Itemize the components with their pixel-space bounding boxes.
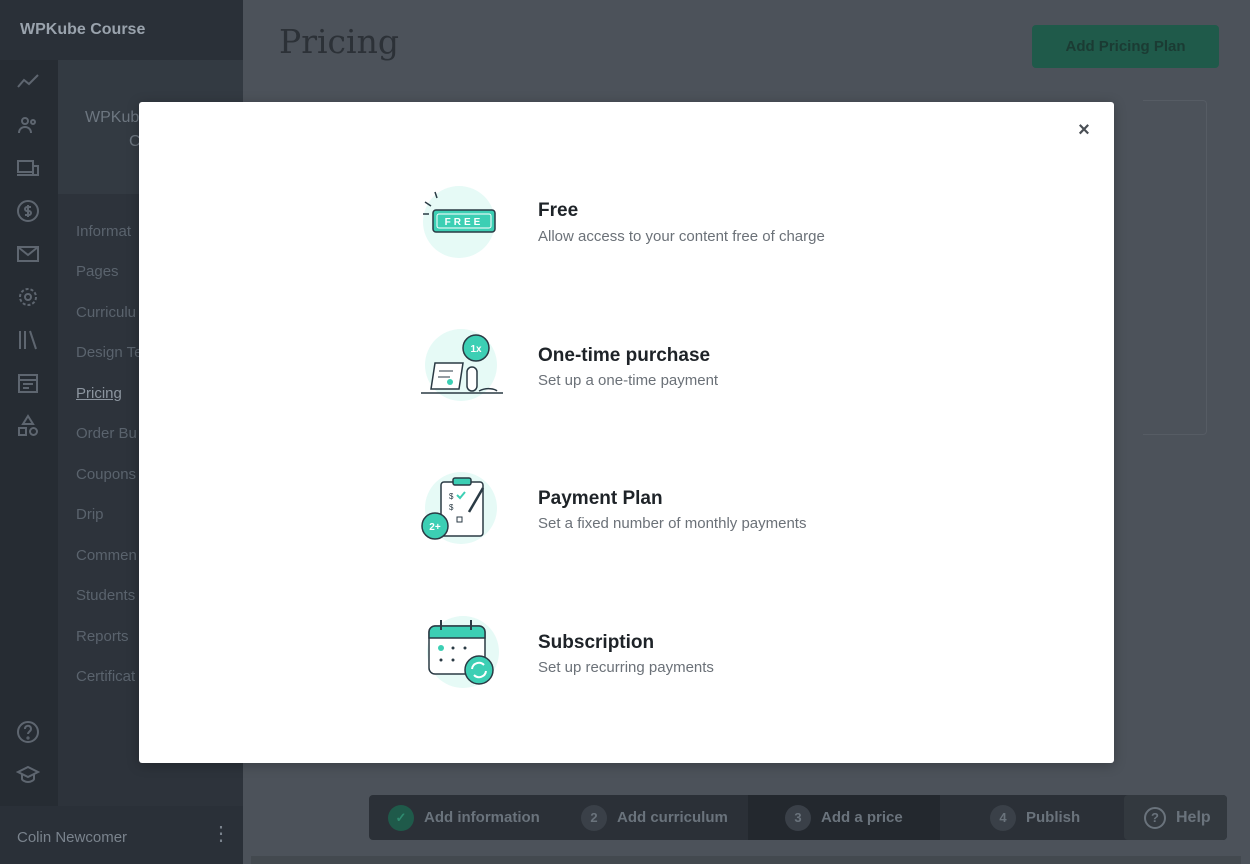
option-desc: Set a fixed number of monthly payments: [538, 515, 807, 532]
step-publish[interactable]: 4 Publish: [990, 795, 1080, 840]
step-label: Add information: [424, 809, 540, 826]
user-bar[interactable]: Colin Newcomer ⋮: [0, 806, 243, 864]
option-one-time-purchase[interactable]: 1x One-time purchase Set up a one-time p…: [417, 327, 887, 417]
icon-rail: [0, 60, 58, 806]
subnav-item-comments[interactable]: Commen: [76, 547, 137, 564]
option-desc: Allow access to your content free of cha…: [538, 228, 825, 245]
dollar-icon[interactable]: [16, 199, 44, 227]
progress-stepbar: ✓ Add information 2 Add curriculum 3 Add a …: [369, 795, 1227, 840]
pricing-type-modal: × FREE Free Allow access to your content…: [139, 102, 1114, 763]
help-label: Help: [1176, 809, 1211, 826]
help-circle-icon[interactable]: [16, 720, 44, 748]
free-tag-icon: FREE: [417, 184, 507, 274]
option-payment-plan[interactable]: $ $ 2+ Payment Plan Set a fixed number o…: [417, 470, 887, 560]
devices-icon[interactable]: [16, 156, 44, 184]
calendar-icon[interactable]: [16, 371, 44, 399]
option-desc: Set up a one-time payment: [538, 372, 719, 389]
app-brand[interactable]: WPKube Course: [0, 0, 243, 60]
receipt-1x-icon: 1x: [417, 327, 507, 417]
clipboard-2plus-icon: $ $ 2+: [417, 470, 507, 560]
step-number: 4: [990, 805, 1016, 832]
graduation-cap-icon[interactable]: [15, 763, 44, 791]
user-name: Colin Newcomer: [17, 829, 128, 846]
pricing-card-background: [1143, 100, 1207, 435]
more-vertical-icon[interactable]: ⋮: [211, 824, 231, 844]
step-add-price[interactable]: 3 Add a price: [748, 795, 940, 840]
option-title: Payment Plan: [538, 488, 663, 509]
step-add-information[interactable]: ✓ Add information: [388, 795, 540, 840]
option-free[interactable]: FREE Free Allow access to your content f…: [417, 184, 887, 274]
step-add-curriculum[interactable]: 2 Add curriculum: [581, 795, 728, 840]
analytics-icon[interactable]: [16, 70, 44, 98]
users-icon[interactable]: [16, 113, 44, 141]
horizontal-scrollbar[interactable]: [251, 856, 1241, 864]
option-title: Subscription: [538, 632, 655, 653]
option-title: One-time purchase: [538, 345, 711, 366]
svg-text:$: $: [449, 503, 454, 512]
step-label: Publish: [1026, 809, 1081, 826]
svg-text:2+: 2+: [429, 522, 441, 533]
option-subscription[interactable]: Subscription Set up recurring payments: [417, 614, 887, 704]
page-title: Pricing: [279, 22, 399, 61]
subnav-item-reports[interactable]: Reports: [76, 628, 129, 645]
step-number: 2: [581, 805, 607, 832]
svg-text:$: $: [449, 492, 454, 501]
library-icon[interactable]: [16, 328, 44, 356]
add-pricing-plan-button[interactable]: Add Pricing Plan: [1032, 25, 1219, 68]
check-icon: ✓: [388, 805, 414, 832]
svg-text:1x: 1x: [470, 344, 482, 355]
help-button[interactable]: ? Help: [1124, 795, 1227, 840]
subnav-item-design-templates[interactable]: Design Te: [76, 344, 142, 361]
question-icon: ?: [1144, 806, 1166, 829]
subnav-item-certificates[interactable]: Certificat: [76, 668, 135, 685]
gear-icon[interactable]: [16, 285, 44, 313]
subnav-item-students[interactable]: Students: [76, 587, 135, 604]
subnav-item-pricing[interactable]: Pricing: [76, 385, 122, 402]
mail-icon[interactable]: [16, 242, 44, 270]
svg-text:FREE: FREE: [445, 217, 484, 228]
subnav-item-information[interactable]: Informat: [76, 223, 131, 240]
step-number: 3: [785, 805, 811, 832]
subnav-item-curriculum[interactable]: Curriculu: [76, 304, 136, 321]
calendar-recurring-icon: [417, 614, 507, 704]
subnav-item-coupons[interactable]: Coupons: [76, 466, 136, 483]
close-icon[interactable]: ×: [1072, 118, 1096, 142]
step-label: Add a price: [821, 809, 903, 826]
option-title: Free: [538, 200, 579, 221]
subnav-item-drip[interactable]: Drip: [76, 506, 104, 523]
shapes-icon[interactable]: [16, 414, 44, 442]
subnav-item-pages[interactable]: Pages: [76, 263, 119, 280]
subnav-item-order-bumps[interactable]: Order Bu: [76, 425, 137, 442]
option-desc: Set up recurring payments: [538, 659, 714, 676]
step-label: Add curriculum: [617, 809, 728, 826]
